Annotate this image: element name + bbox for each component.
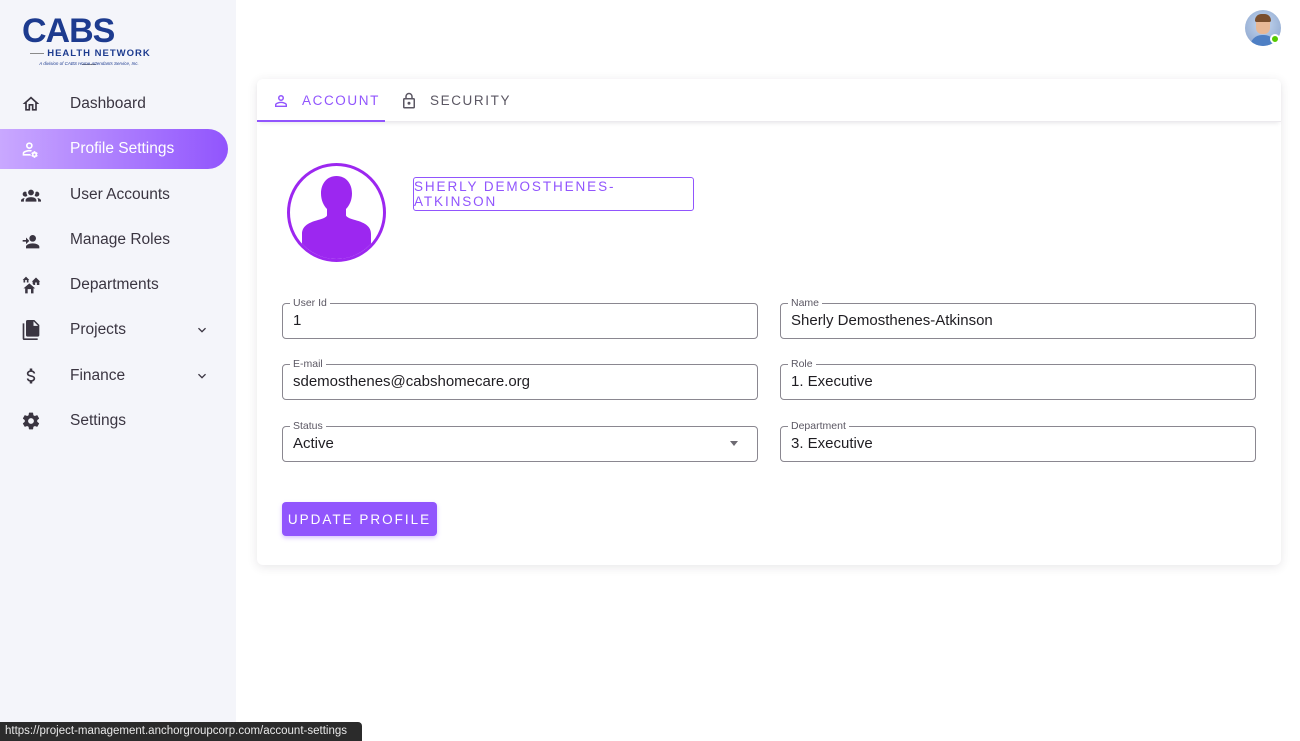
email-value: sdemosthenes@cabshomecare.org bbox=[293, 373, 531, 390]
tab-security[interactable]: SECURITY bbox=[400, 79, 511, 122]
email-label: E-mail bbox=[290, 357, 326, 371]
profile-avatar[interactable] bbox=[287, 163, 386, 262]
role-field[interactable]: Role 1. Executive bbox=[780, 357, 1256, 400]
chevron-down-icon[interactable] bbox=[194, 322, 210, 338]
dropdown-arrow-icon[interactable] bbox=[730, 441, 738, 446]
account-group-icon bbox=[20, 185, 42, 205]
sidebar-item-departments[interactable]: Departments bbox=[0, 265, 228, 305]
status-select[interactable]: Status Active bbox=[282, 419, 758, 462]
sidebar-item-manage-roles[interactable]: Manage Roles bbox=[0, 220, 228, 260]
brand-subtitle: HEALTH NETWORK bbox=[18, 48, 160, 70]
sidebar-nav: Dashboard Profile Settings User Accounts… bbox=[0, 84, 236, 446]
role-label: Role bbox=[788, 357, 816, 371]
department-label: Department bbox=[788, 419, 849, 433]
online-status-badge bbox=[1270, 34, 1280, 44]
sidebar-item-finance[interactable]: Finance bbox=[0, 356, 228, 396]
sidebar-item-projects[interactable]: Projects bbox=[0, 310, 228, 350]
tab-account-label: ACCOUNT bbox=[302, 93, 380, 108]
tab-security-label: SECURITY bbox=[430, 93, 512, 108]
account-outline-icon bbox=[275, 94, 287, 107]
account-arrow-icon bbox=[20, 230, 42, 250]
sidebar-item-label: Settings bbox=[70, 412, 127, 430]
sidebar-item-settings[interactable]: Settings bbox=[0, 401, 228, 441]
chevron-down-icon[interactable] bbox=[194, 368, 210, 384]
home-icon bbox=[20, 94, 42, 114]
department-value: 3. Executive bbox=[791, 435, 873, 452]
avatar-hair bbox=[1255, 14, 1271, 22]
status-value: Active bbox=[293, 435, 334, 452]
name-label: Name bbox=[788, 296, 823, 310]
file-multiple-icon bbox=[20, 320, 42, 341]
sidebar-item-label: Projects bbox=[70, 321, 126, 339]
home-group-icon bbox=[20, 275, 42, 295]
brand-tagline: A division of CABS Home Attendants Servi… bbox=[39, 61, 139, 66]
profile-name-button[interactable]: SHERLY DEMOSTHENES-ATKINSON bbox=[413, 177, 694, 211]
sidebar-item-label: User Accounts bbox=[70, 185, 170, 203]
sidebar-item-profile-settings[interactable]: Profile Settings bbox=[0, 129, 228, 170]
email-field[interactable]: E-mail sdemosthenes@cabshomecare.org bbox=[282, 357, 758, 400]
sidebar-item-dashboard[interactable]: Dashboard bbox=[0, 84, 228, 124]
sidebar-item-label: Profile Settings bbox=[70, 140, 175, 158]
sidebar-item-label: Finance bbox=[70, 366, 126, 384]
brand-name: CABS bbox=[22, 12, 115, 50]
sidebar: CABS HEALTH NETWORK A division of CABS H… bbox=[0, 0, 236, 741]
person-silhouette-icon bbox=[302, 176, 371, 259]
tab-account[interactable]: ACCOUNT bbox=[272, 79, 380, 122]
active-tab-indicator bbox=[257, 120, 385, 122]
user-id-value: 1 bbox=[293, 312, 302, 329]
status-label: Status bbox=[290, 419, 326, 433]
sidebar-item-label: Departments bbox=[70, 276, 159, 294]
account-settings-card: ACCOUNT SECURITY SHERLY DEMOSTHENES-ATKI… bbox=[257, 79, 1281, 565]
role-value: 1. Executive bbox=[791, 373, 873, 390]
sidebar-item-label: Dashboard bbox=[70, 95, 146, 112]
account-cog-icon bbox=[20, 139, 42, 159]
sidebar-item-user-accounts[interactable]: User Accounts bbox=[0, 175, 228, 215]
lock-open-outline-icon bbox=[403, 92, 415, 108]
name-value: Sherly Demosthenes-Atkinson bbox=[791, 312, 993, 329]
name-field[interactable]: Name Sherly Demosthenes-Atkinson bbox=[780, 296, 1256, 339]
cog-icon bbox=[20, 411, 42, 431]
brand-logo[interactable]: CABS HEALTH NETWORK A division of CABS H… bbox=[18, 14, 163, 70]
sidebar-item-label: Manage Roles bbox=[70, 230, 170, 248]
department-field[interactable]: Department 3. Executive bbox=[780, 419, 1256, 462]
settings-tabs: ACCOUNT SECURITY bbox=[257, 79, 1281, 122]
user-id-label: User Id bbox=[290, 296, 330, 310]
user-id-field[interactable]: User Id 1 bbox=[282, 296, 758, 339]
currency-usd-icon bbox=[20, 366, 42, 386]
update-profile-button[interactable]: UPDATE PROFILE bbox=[282, 502, 437, 536]
browser-status-url: https://project-management.anchorgroupco… bbox=[0, 722, 362, 741]
